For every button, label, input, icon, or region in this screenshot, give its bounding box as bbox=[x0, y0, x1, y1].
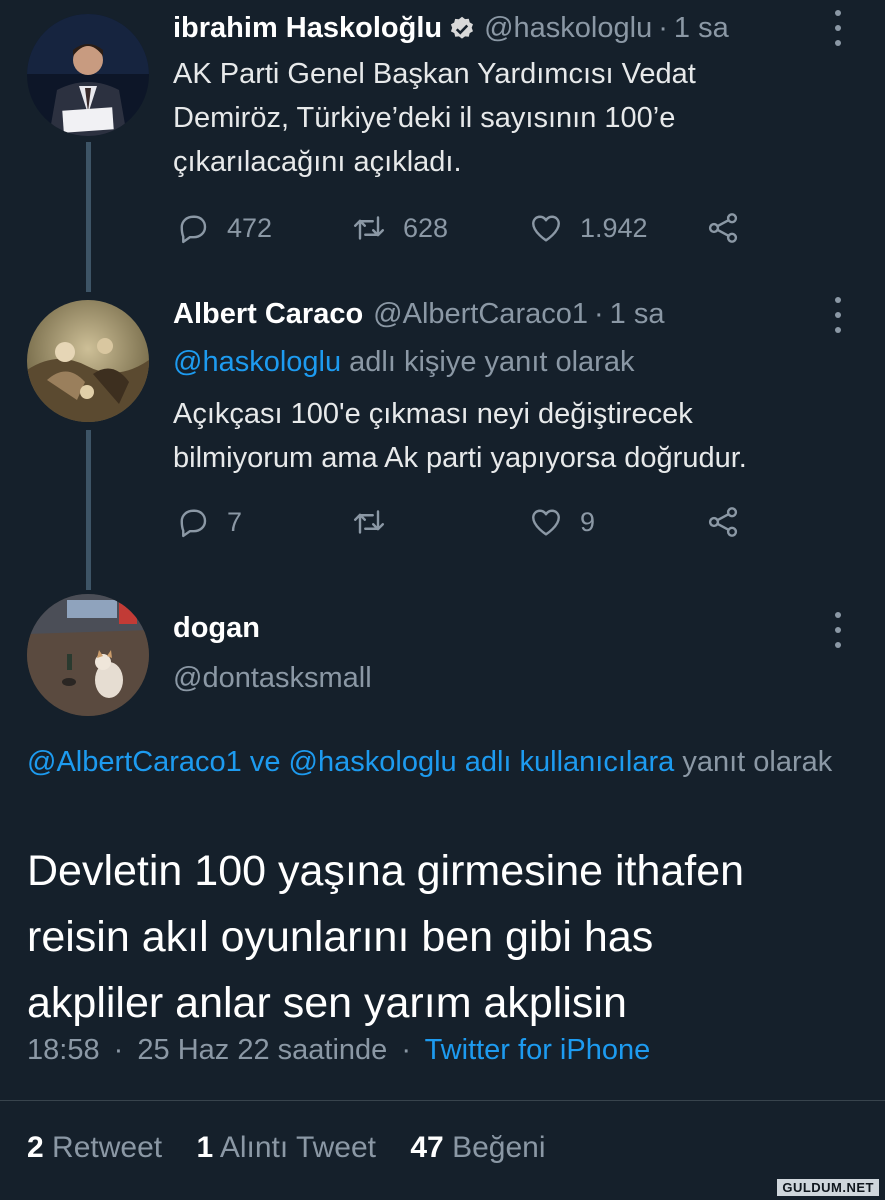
tweet-time[interactable]: 18:58 bbox=[27, 1034, 100, 1066]
tweet-text: Açıkçası 100'e çıkması neyi değiştirecek… bbox=[173, 392, 853, 480]
author-name[interactable]: Albert Caraco bbox=[173, 298, 363, 331]
retweet-button[interactable] bbox=[351, 502, 387, 542]
like-icon bbox=[532, 215, 560, 242]
reply-icon bbox=[180, 509, 207, 538]
share-button[interactable] bbox=[705, 208, 741, 248]
separator: · bbox=[113, 1034, 124, 1066]
verified-badge-icon bbox=[448, 15, 476, 43]
like-icon bbox=[532, 509, 560, 536]
retweet-button[interactable]: 628 bbox=[351, 208, 448, 248]
share-icon bbox=[708, 213, 738, 243]
divider bbox=[0, 1100, 885, 1101]
author-name[interactable]: ibrahim Haskoloğlu bbox=[173, 12, 442, 45]
reply-to-handle[interactable]: @haskologlu bbox=[173, 346, 341, 378]
like-button[interactable]: 1.942 bbox=[528, 208, 648, 248]
reply-count: 472 bbox=[227, 212, 273, 243]
more-options-icon[interactable] bbox=[826, 10, 850, 46]
tweet-text-line: Açıkçası 100'e çıkması neyi değiştirecek bbox=[173, 398, 693, 430]
separator: · bbox=[401, 1034, 412, 1066]
author-handle[interactable]: @dontasksmall bbox=[173, 662, 372, 695]
avatar-image bbox=[27, 594, 149, 716]
tweet-meta: 18:58 · 25 Haz 22 saatinde · Twitter for… bbox=[27, 1034, 650, 1067]
tweet-text-line: akpliler anlar sen yarım akplisin bbox=[27, 979, 627, 1027]
retweets-count: 2 bbox=[27, 1131, 44, 1164]
tweet-text-line: reisin akıl oyunlarını ben gibi has bbox=[27, 913, 654, 961]
likes-count: 47 bbox=[410, 1131, 444, 1164]
retweet-icon bbox=[354, 510, 384, 534]
reply-icon bbox=[180, 215, 207, 244]
replying-to: @haskologlu adlı kişiye yanıt olarak bbox=[173, 340, 853, 384]
tweet-text-line: bilmiyorum ama Ak parti yapıyorsa doğrud… bbox=[173, 442, 747, 474]
reply-to-users[interactable]: @AlbertCaraco1 ve @haskologlu adlı kulla… bbox=[27, 746, 674, 778]
reply-button[interactable]: 472 bbox=[175, 208, 272, 248]
likes-stat[interactable]: 47 Beğeni bbox=[410, 1131, 545, 1164]
quotes-label: Alıntı Tweet bbox=[219, 1131, 377, 1164]
thread-line bbox=[86, 430, 91, 590]
reply-to-suffix: yanıt olarak bbox=[674, 746, 833, 778]
avatar-image bbox=[27, 300, 149, 422]
watermark: GULDUM.NET bbox=[777, 1179, 879, 1196]
tweet-time[interactable]: 1 sa bbox=[674, 12, 729, 45]
replying-to: @AlbertCaraco1 ve @haskologlu adlı kulla… bbox=[27, 740, 857, 785]
tweet-text: AK Parti Genel Başkan Yardımcısı Vedat D… bbox=[173, 52, 853, 184]
retweets-label: Retweet bbox=[52, 1131, 163, 1164]
tweet-source[interactable]: Twitter for iPhone bbox=[425, 1034, 651, 1066]
thread-line bbox=[86, 142, 91, 292]
author-handle[interactable]: @AlbertCaraco1 bbox=[373, 298, 588, 331]
avatar-dogan[interactable] bbox=[27, 594, 149, 716]
tweet-date[interactable]: 25 Haz 22 saatinde bbox=[137, 1034, 387, 1066]
separator: · bbox=[658, 12, 668, 44]
reply-to-suffix: adlı kişiye yanıt olarak bbox=[349, 346, 635, 378]
reply-count: 7 bbox=[227, 506, 243, 537]
share-icon bbox=[708, 507, 738, 537]
likes-label: Beğeni bbox=[452, 1131, 546, 1164]
author-handle[interactable]: @haskologlu bbox=[484, 12, 652, 45]
tweet-text-line: AK Parti Genel Başkan Yardımcısı Vedat bbox=[173, 58, 696, 90]
avatar-image bbox=[27, 14, 149, 136]
tweet-text-line: Devletin 100 yaşına girmesine ithafen bbox=[27, 847, 745, 895]
retweet-count: 628 bbox=[403, 212, 449, 243]
tweet-time[interactable]: 1 sa bbox=[610, 298, 665, 331]
retweet-icon bbox=[354, 216, 384, 240]
tweet-stats: 2 Retweet 1 Alıntı Tweet 47 Beğeni bbox=[27, 1131, 546, 1165]
share-button[interactable] bbox=[705, 502, 741, 542]
tweet-text-line: çıkarılacağını açıkladı. bbox=[173, 146, 462, 178]
author-name[interactable]: dogan bbox=[173, 612, 260, 645]
tweet-actions: 7 9 bbox=[173, 502, 773, 542]
more-options-icon[interactable] bbox=[826, 612, 850, 648]
separator: · bbox=[593, 298, 604, 330]
quotes-stat[interactable]: 1 Alıntı Tweet bbox=[196, 1131, 376, 1164]
tweet-text-line: Demiröz, Türkiye’deki il sayısının 100’e bbox=[173, 102, 676, 134]
avatar-haskologlu[interactable] bbox=[27, 14, 149, 136]
like-button[interactable]: 9 bbox=[528, 502, 595, 542]
tweet-text: Devletin 100 yaşına girmesine ithafen re… bbox=[27, 838, 867, 1036]
like-count: 9 bbox=[580, 506, 596, 537]
more-options-icon[interactable] bbox=[826, 297, 850, 333]
like-count: 1.942 bbox=[580, 212, 648, 243]
reply-button[interactable]: 7 bbox=[175, 502, 242, 542]
avatar-albertcaraco[interactable] bbox=[27, 300, 149, 422]
quotes-count: 1 bbox=[196, 1131, 214, 1164]
tweet-actions: 472 628 1.942 bbox=[173, 208, 773, 248]
retweets-stat[interactable]: 2 Retweet bbox=[27, 1131, 162, 1164]
